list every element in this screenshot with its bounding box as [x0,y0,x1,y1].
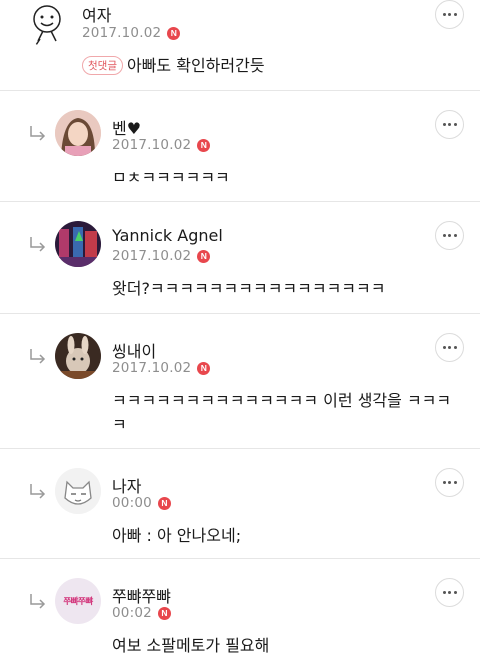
comment-body: 여보 소팔메토가 필요해 [112,636,270,655]
comment-body-line-2: ㅋ [112,415,127,434]
more-options-button[interactable] [435,333,464,362]
comment-author[interactable]: 쭈뺘쭈뺘 [112,583,171,607]
new-badge: N [167,26,181,40]
smiley-avatar-icon[interactable] [24,1,70,47]
comment-date: 00:02 [112,605,152,621]
comment-date: 00:00 [112,495,152,511]
new-badge: N [197,249,211,263]
comment-body: 아빠 : 아 안나오네; [112,526,242,545]
photo-avatar-icon[interactable] [55,333,101,379]
comment-item: 벤♥ 2017.10.02 N ㅁㅊㅋㅋㅋㅋㅋㅋ [0,91,480,201]
more-options-button[interactable] [435,0,464,29]
comment-item: Yannick Agnel 2017.10.02 N 왓더?ㅋㅋㅋㅋㅋㅋㅋㅋㅋㅋ… [0,202,480,313]
photo-avatar-icon[interactable] [55,110,101,156]
comment-date: 2017.10.02 [112,137,192,153]
comment-date: 2017.10.02 [82,25,162,41]
photo-avatar-icon[interactable] [55,221,101,267]
reply-arrow-icon [30,484,46,499]
text-logo-avatar-icon[interactable]: 쭈뺘쭈뺘 [55,578,101,624]
more-options-button[interactable] [435,578,464,607]
comment-author[interactable]: 나자 [112,473,141,497]
reply-arrow-icon [30,594,46,609]
comment-item: 여자 2017.10.02 N 첫댓글 아빠도 확인하러간듯 [0,0,480,90]
comment-meta: 00:00 N [112,495,171,511]
more-options-button[interactable] [435,221,464,250]
first-comment-badge: 첫댓글 [82,56,123,75]
comment-author[interactable]: Yannick Agnel [112,226,223,245]
comment-meta: 2017.10.02 N [112,360,211,376]
comment-meta: 2017.10.02 N [112,248,211,264]
comment-body: 아빠도 확인하러간듯 [126,56,265,75]
new-badge: N [157,606,171,620]
comment-author[interactable]: 씽내이 [112,338,156,362]
comment-text: 첫댓글 아빠도 확인하러간듯 [82,52,265,76]
comment-item: 씽내이 2017.10.02 N ㅋㅋㅋㅋㅋㅋㅋㅋㅋㅋㅋㅋㅋㅋ 이런 생각을 ㅋ… [0,314,480,448]
comment-item: 쭈뺘쭈뺘 쭈뺘쭈뺘 00:02 N 여보 소팔메토가 필요해 [0,559,480,660]
comment-body-line-1: ㅋㅋㅋㅋㅋㅋㅋㅋㅋㅋㅋㅋㅋㅋ 이런 생각을 ㅋㅋㅋ [112,391,452,410]
new-badge: N [197,138,211,152]
comment-date: 2017.10.02 [112,248,192,264]
avatar-logo-text: 쭈뺘쭈뺘 [63,597,93,607]
new-badge: N [157,496,171,510]
new-badge: N [197,361,211,375]
reply-arrow-icon [30,237,46,252]
reply-arrow-icon [30,349,46,364]
more-options-button[interactable] [435,110,464,139]
comment-meta: 2017.10.02 N [82,25,181,41]
cat-sketch-avatar-icon[interactable] [55,468,101,514]
comment-date: 2017.10.02 [112,360,192,376]
reply-arrow-icon [30,126,46,141]
comment-author[interactable]: 벤♥ [112,115,141,139]
comment-item: 나자 00:00 N 아빠 : 아 안나오네; [0,449,480,558]
comment-author[interactable]: 여자 [82,2,111,26]
more-options-button[interactable] [435,468,464,497]
comment-body: 왓더?ㅋㅋㅋㅋㅋㅋㅋㅋㅋㅋㅋㅋㅋㅋㅋㅋ [112,279,386,298]
comment-meta: 2017.10.02 N [112,137,211,153]
comment-meta: 00:02 N [112,605,171,621]
comment-body: ㅁㅊㅋㅋㅋㅋㅋㅋ [112,168,230,187]
